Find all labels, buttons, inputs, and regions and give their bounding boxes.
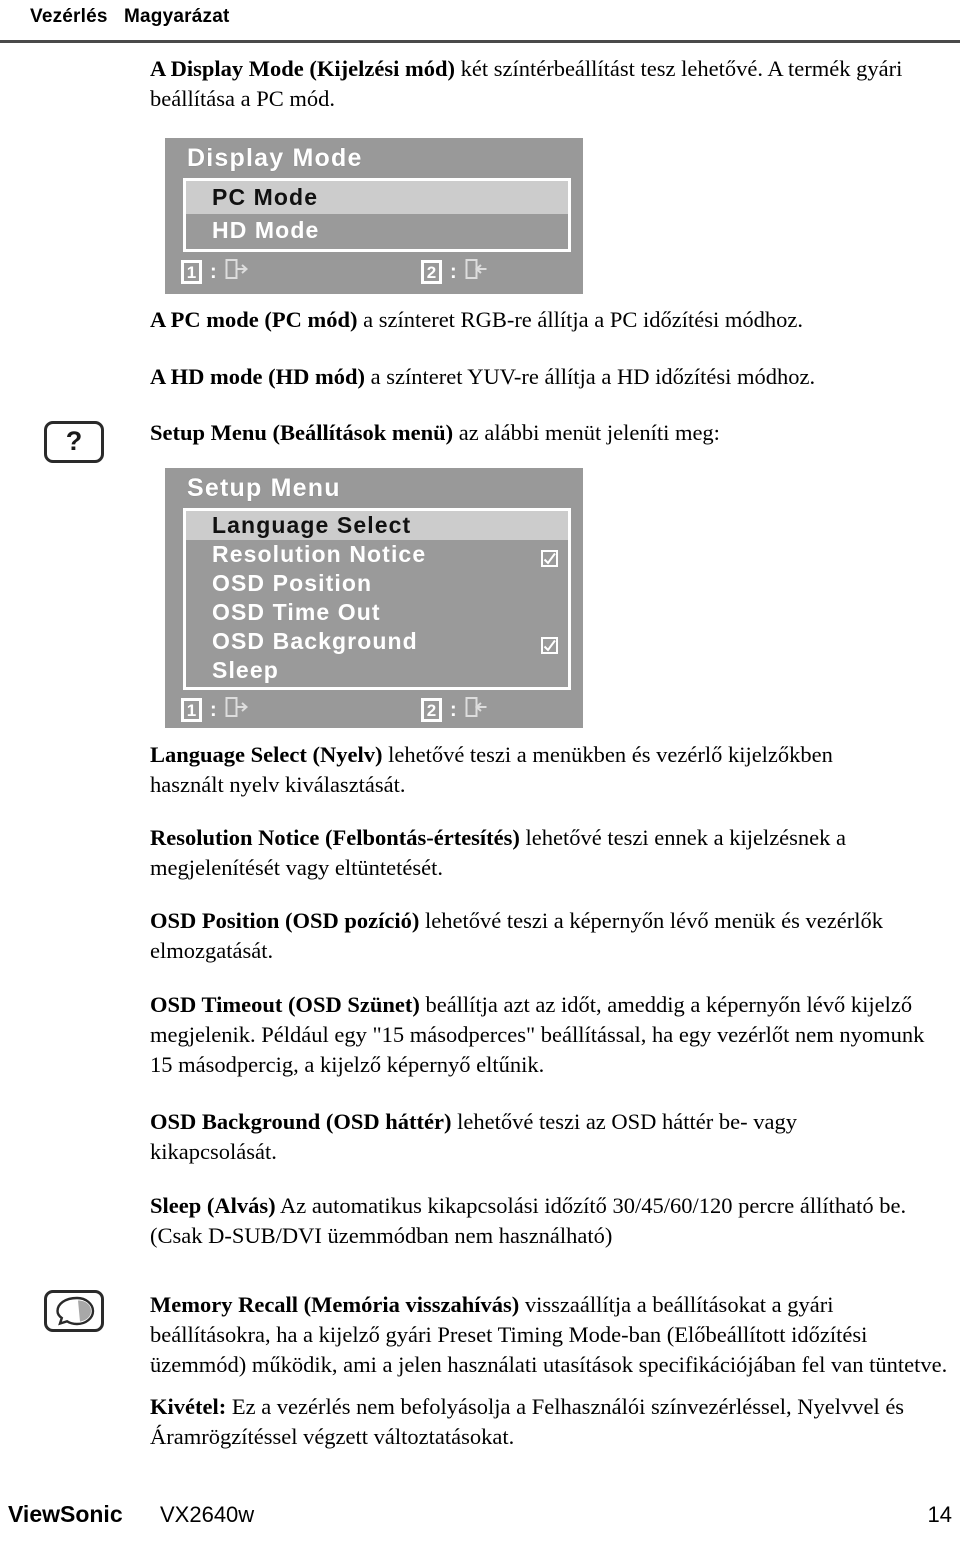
osd-row-sleep[interactable]: Sleep: [186, 656, 568, 685]
paragraph-osd-background: OSD Background (OSD háttér) lehetővé tes…: [150, 1107, 910, 1167]
osd-row-label: OSD Background: [212, 628, 418, 654]
page-footer: ViewSonic VX2640w 14: [0, 1501, 960, 1531]
page-header: Vezérlés Magyarázat: [0, 0, 960, 44]
checkbox-checked-icon[interactable]: [541, 633, 558, 654]
osd-row-label: Resolution Notice: [212, 541, 427, 567]
question-mark-icon: ?: [44, 421, 104, 463]
term-display-mode: A Display Mode (Kijelzési mód): [150, 56, 455, 81]
osd-row-language-select[interactable]: Language Select: [186, 511, 568, 540]
term-language-select: Language Select (Nyelv): [150, 742, 383, 767]
paragraph-sleep: Sleep (Alvás) Az automatikus kikapcsolás…: [150, 1191, 920, 1251]
osd-row-resolution-notice[interactable]: Resolution Notice: [186, 540, 568, 569]
text-hd-mode: a színteret YUV-re állítja a HD időzítés…: [365, 364, 816, 389]
paragraph-resolution-notice: Resolution Notice (Felbontás-értesítés) …: [150, 823, 940, 883]
header-column-control: Vezérlés: [30, 6, 108, 27]
page-number: 14: [927, 1502, 952, 1527]
osd-key-number: 1: [181, 260, 202, 284]
osd-setup-menu-title: Setup Menu: [187, 474, 341, 502]
brand-name: ViewSonic: [8, 1501, 123, 1527]
osd-row-osd-time-out[interactable]: OSD Time Out: [186, 598, 568, 627]
osd-row-label: Sleep: [212, 657, 279, 683]
paragraph-setup-menu: Setup Menu (Beállítások menü) az alábbi …: [150, 418, 950, 448]
paragraph-pc-mode: A PC mode (PC mód) a színteret RGB-re ál…: [150, 305, 950, 335]
paragraph-display-mode: A Display Mode (Kijelzési mód) két színt…: [150, 54, 950, 114]
osd-display-mode-panel: Display Mode PC Mode HD Mode 1 : 2 :: [165, 138, 583, 294]
osd-display-mode-footer: 1 : 2 :: [181, 258, 573, 288]
paragraph-language-select: Language Select (Nyelv) lehetővé teszi a…: [150, 740, 910, 800]
model-name: VX2640w: [160, 1502, 255, 1527]
osd-row-label: HD Mode: [212, 217, 320, 243]
text-pc-mode: a színteret RGB-re állítja a PC időzítés…: [357, 307, 804, 332]
osd-setup-menu-panel: Setup Menu Language Select Resolution No…: [165, 468, 583, 728]
paragraph-osd-position: OSD Position (OSD pozíció) lehetővé tesz…: [150, 906, 910, 966]
osd-key-colon: :: [450, 698, 457, 721]
term-memory-recall: Memory Recall (Memória visszahívás): [150, 1292, 520, 1317]
term-osd-timeout: OSD Timeout (OSD Szünet): [150, 992, 420, 1017]
header-divider: [0, 40, 960, 43]
exit-door-icon: [225, 696, 249, 724]
paragraph-osd-timeout: OSD Timeout (OSD Szünet) beállítja azt a…: [150, 990, 930, 1080]
memory-bubble-glyph: [56, 1296, 95, 1326]
question-mark-glyph: ?: [65, 425, 83, 456]
osd-row-label: Language Select: [212, 512, 412, 538]
enter-door-icon: [465, 696, 489, 724]
term-setup-menu: Setup Menu (Beállítások menü): [150, 420, 454, 445]
osd-key-1[interactable]: 1 :: [181, 258, 249, 286]
term-hd-mode: A HD mode (HD mód): [150, 364, 365, 389]
osd-setup-menu-list: Language Select Resolution Notice OSD Po…: [183, 508, 571, 690]
paragraph-exception: Kivétel: Ez a vezérlés nem befolyásolja …: [150, 1392, 940, 1452]
term-pc-mode: A PC mode (PC mód): [150, 307, 358, 332]
term-exception: Kivétel:: [150, 1394, 227, 1419]
osd-row-pc-mode[interactable]: PC Mode: [186, 181, 568, 214]
term-resolution-notice: Resolution Notice (Felbontás-értesítés): [150, 825, 520, 850]
osd-display-mode-title: Display Mode: [187, 144, 363, 172]
osd-row-osd-background[interactable]: OSD Background: [186, 627, 568, 656]
osd-setup-menu-footer: 1 : 2 :: [181, 696, 573, 726]
memory-recall-icon: [44, 1290, 104, 1332]
paragraph-hd-mode: A HD mode (HD mód) a színteret YUV-re ál…: [150, 362, 950, 392]
exit-door-icon: [225, 258, 249, 286]
osd-row-label: PC Mode: [212, 184, 319, 210]
osd-key-number: 1: [181, 698, 202, 722]
osd-row-label: OSD Time Out: [212, 599, 381, 625]
osd-key-2[interactable]: 2 :: [421, 696, 489, 724]
header-column-explanation: Magyarázat: [124, 6, 230, 27]
osd-row-label: OSD Position: [212, 570, 373, 596]
osd-key-number: 2: [421, 260, 442, 284]
text-exception: Ez a vezérlés nem befolyásolja a Felhasz…: [150, 1394, 905, 1450]
osd-row-osd-position[interactable]: OSD Position: [186, 569, 568, 598]
osd-row-hd-mode[interactable]: HD Mode: [186, 214, 568, 247]
checkbox-checked-icon[interactable]: [541, 546, 558, 567]
paragraph-memory-recall: Memory Recall (Memória visszahívás) viss…: [150, 1290, 950, 1380]
osd-key-colon: :: [450, 260, 457, 283]
enter-door-icon: [465, 258, 489, 286]
osd-key-colon: :: [210, 698, 217, 721]
term-sleep: Sleep (Alvás): [150, 1193, 276, 1218]
osd-key-1[interactable]: 1 :: [181, 696, 249, 724]
term-osd-position: OSD Position (OSD pozíció): [150, 908, 420, 933]
osd-key-number: 2: [421, 698, 442, 722]
osd-key-2[interactable]: 2 :: [421, 258, 489, 286]
text-setup-menu: az alábbi menüt jeleníti meg:: [453, 420, 720, 445]
osd-display-mode-list: PC Mode HD Mode: [183, 178, 571, 252]
osd-key-colon: :: [210, 260, 217, 283]
term-osd-background: OSD Background (OSD háttér): [150, 1109, 452, 1134]
